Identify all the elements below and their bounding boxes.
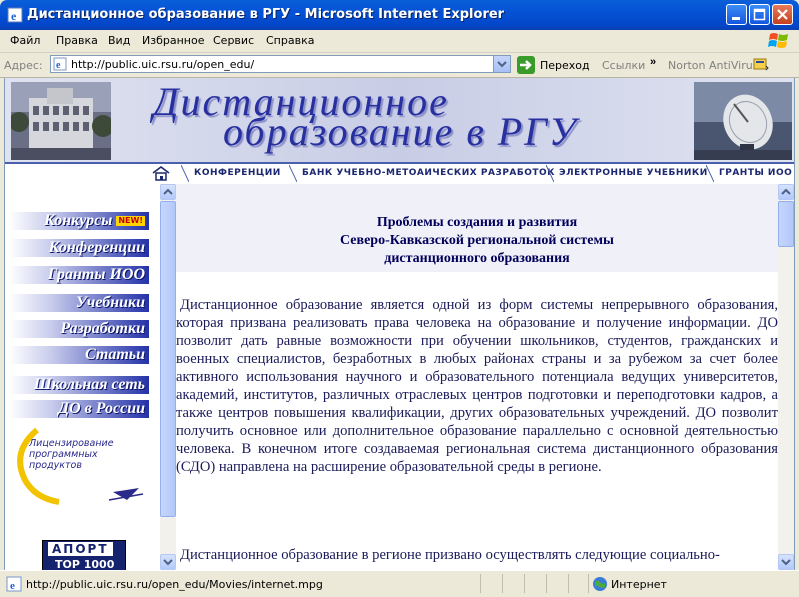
minimize-button[interactable]	[726, 4, 747, 25]
heading-line: дистанционного образования	[384, 251, 570, 266]
nav-methodology-bank[interactable]: БАНК УЧЕБНО-МЕТОАИЧЕСКИХ РАЗРАБОТОК	[302, 168, 555, 178]
maximize-icon	[753, 8, 766, 21]
close-button[interactable]	[772, 4, 793, 25]
page-loading-icon: e	[6, 576, 22, 592]
go-button[interactable]: Переход	[517, 56, 591, 74]
sidebar-item-textbooks[interactable]: Учебники	[9, 294, 149, 312]
content-scroll-down-button[interactable]	[778, 554, 794, 570]
chevron-down-icon	[163, 559, 173, 566]
sidebar-item-school-network[interactable]: Школьная сеть	[9, 376, 149, 394]
menu-bar: Файл Правка Вид Избранное Сервис Справка	[0, 30, 799, 53]
address-input[interactable]: e http://public.uic.rsu.ru/open_edu/	[50, 55, 511, 73]
nav-conferences[interactable]: КОНФЕРЕНЦИИ	[194, 168, 281, 178]
address-bar: Адрес: e http://public.uic.rsu.ru/open_e…	[0, 53, 799, 78]
go-arrow-icon	[517, 56, 535, 74]
norton-shield-icon[interactable]	[753, 58, 769, 72]
maximize-button[interactable]	[749, 4, 770, 25]
page-icon: e	[53, 57, 67, 71]
aport-label: АПОРТ	[48, 542, 113, 556]
sidebar-scroll-thumb[interactable]	[160, 201, 176, 517]
status-cell	[546, 574, 567, 593]
aport-rank: TOP 1000	[55, 558, 115, 570]
status-bar: e http://public.uic.rsu.ru/open_edu/Movi…	[0, 570, 799, 597]
heading-line: Проблемы создания и развития	[376, 215, 578, 230]
article-paragraph: Дистанционное образование в регионе приз…	[180, 547, 720, 563]
links-chevron[interactable]: »	[650, 56, 656, 68]
chevron-down-icon	[781, 559, 791, 566]
menu-tools[interactable]: Сервис	[213, 34, 254, 47]
go-label: Переход	[540, 59, 590, 72]
new-badge: NEW!	[116, 216, 145, 227]
satellite-dish-photo	[694, 82, 792, 160]
title-bar[interactable]: e Дистанционное образование в РГУ - Micr…	[0, 0, 799, 30]
license-text[interactable]: Лицензирование программных продуктов	[29, 438, 129, 471]
links-button[interactable]: Ссылки	[602, 59, 645, 72]
content-scroll-thumb[interactable]	[778, 201, 794, 247]
left-sidebar: Конкурсы NEW! Конференции Гранты ИОО Учеб…	[5, 184, 160, 570]
status-cell	[480, 574, 501, 593]
nav-separator	[706, 165, 714, 182]
sidebar-item-label: Конкурсы	[44, 212, 113, 229]
nav-e-textbooks[interactable]: ЭЛЕКТРОННЫЕ УЧЕБНИКИ	[559, 168, 708, 178]
sidebar-item-contests[interactable]: Конкурсы NEW!	[9, 212, 149, 230]
page-viewport: Дистанционное образование в РГУ КОНФЕРЕН…	[4, 78, 795, 570]
article-paragraph: Дистанционное образование является одной…	[176, 297, 778, 475]
windows-logo-icon	[768, 33, 788, 48]
top-navigation: КОНФЕРЕНЦИИ БАНК УЧЕБНО-МЕТОАИЧЕСКИХ РАЗ…	[5, 162, 794, 185]
content-scrollbar[interactable]	[778, 184, 794, 570]
content-scroll-up-button[interactable]	[778, 184, 794, 200]
sidebar-item-developments[interactable]: Разработки	[9, 320, 149, 338]
chevron-up-icon	[163, 188, 173, 195]
banner-title-line2: образование в РГУ	[223, 109, 578, 154]
address-label: Адрес:	[4, 59, 43, 72]
chevron-up-icon	[781, 188, 791, 195]
sidebar-item-conferences[interactable]: Конференции	[9, 239, 149, 257]
menu-view[interactable]: Вид	[108, 34, 130, 47]
window-title: Дистанционное образование в РГУ - Micros…	[27, 7, 505, 22]
svg-text:e: e	[56, 60, 61, 71]
norton-antivirus-button[interactable]: Norton AntiVirus	[668, 59, 758, 72]
sidebar-item-do-russia[interactable]: ДО в России	[9, 400, 149, 418]
menu-edit[interactable]: Правка	[56, 34, 98, 47]
sidebar-item-articles[interactable]: Статьи	[9, 346, 149, 364]
nav-separator	[289, 165, 297, 182]
menu-file[interactable]: Файл	[10, 34, 40, 47]
minimize-icon	[732, 17, 740, 20]
sidebar-scroll-down-button[interactable]	[160, 554, 176, 570]
nav-separator	[181, 165, 189, 182]
nav-separator	[546, 165, 554, 182]
internet-globe-icon	[593, 577, 607, 591]
ie-page-icon: e	[7, 7, 23, 23]
main-content: Проблемы создания и развития Северо-Кавк…	[176, 184, 778, 570]
home-icon[interactable]	[151, 165, 171, 181]
sidebar-scroll-up-button[interactable]	[160, 184, 176, 200]
heading-line: Северо-Кавказской региональной системы	[340, 233, 614, 248]
svg-text:e: e	[10, 580, 15, 592]
status-text: http://public.uic.rsu.ru/open_edu/Movies…	[26, 578, 323, 591]
svg-text:e: e	[11, 9, 17, 23]
aport-counter-badge[interactable]: АПОРТ TOP 1000	[42, 540, 126, 570]
chevron-down-icon	[497, 61, 507, 68]
status-cell	[524, 574, 545, 593]
menu-help[interactable]: Справка	[266, 34, 314, 47]
address-url: http://public.uic.rsu.ru/open_edu/	[71, 58, 255, 71]
nav-grants[interactable]: ГРАНТЫ ИОО	[719, 168, 792, 178]
site-banner: Дистанционное образование в РГУ	[5, 78, 794, 162]
close-icon	[777, 9, 788, 20]
sidebar-item-grants[interactable]: Гранты ИОО	[9, 266, 149, 284]
address-dropdown-button[interactable]	[493, 56, 510, 72]
menu-favorites[interactable]: Избранное	[142, 34, 204, 47]
content-heading-area: Проблемы создания и развития Северо-Кавк…	[176, 184, 778, 272]
page-heading: Проблемы создания и развития Северо-Кавк…	[176, 214, 778, 268]
status-cell	[568, 574, 589, 593]
security-zone-label: Интернет	[611, 578, 667, 591]
university-building-photo	[11, 82, 111, 160]
status-cell	[502, 574, 523, 593]
sidebar-scrollbar[interactable]	[160, 184, 176, 570]
